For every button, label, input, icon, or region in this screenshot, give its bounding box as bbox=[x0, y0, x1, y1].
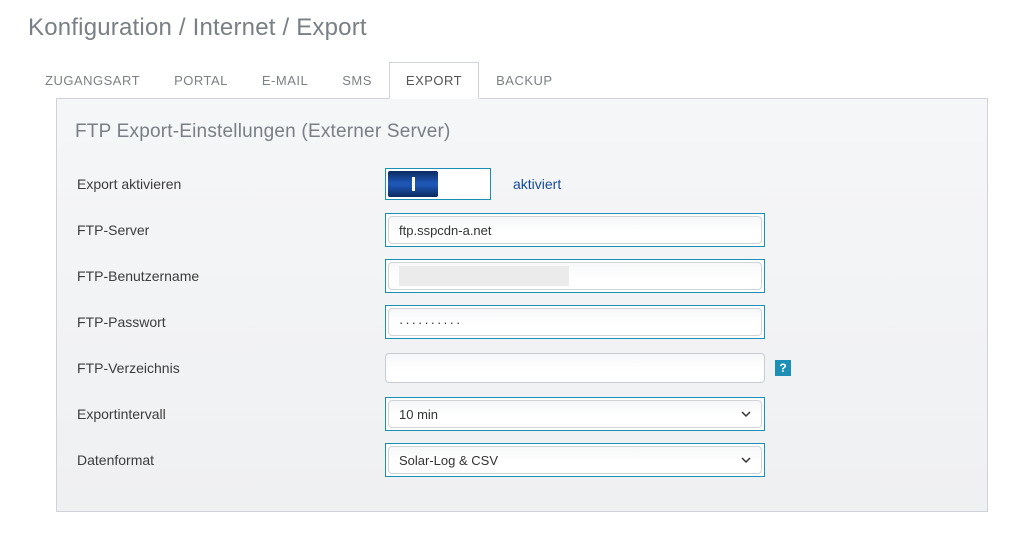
export-interval-value: 10 min bbox=[399, 407, 438, 422]
export-toggle[interactable] bbox=[385, 168, 491, 200]
breadcrumb: Konfiguration / Internet / Export bbox=[0, 0, 1016, 62]
section-title: FTP Export-Einstellungen (Externer Serve… bbox=[75, 121, 959, 143]
toggle-on-indicator bbox=[388, 171, 438, 197]
tab-email[interactable]: E-MAIL bbox=[245, 62, 325, 99]
ftp-user-input[interactable] bbox=[388, 262, 762, 290]
label-interval: Exportintervall bbox=[75, 406, 385, 422]
chevron-down-icon bbox=[741, 409, 751, 419]
settings-panel: FTP Export-Einstellungen (Externer Serve… bbox=[56, 98, 988, 512]
label-activate: Export aktivieren bbox=[75, 176, 385, 192]
label-password: FTP-Passwort bbox=[75, 314, 385, 330]
tabs: ZUGANGSART PORTAL E-MAIL SMS EXPORT BACK… bbox=[28, 62, 1016, 99]
data-format-value: Solar-Log & CSV bbox=[399, 453, 498, 468]
toggle-status-text: aktiviert bbox=[513, 176, 561, 192]
label-format: Datenformat bbox=[75, 452, 385, 468]
tab-zugangsart[interactable]: ZUGANGSART bbox=[28, 62, 157, 99]
redacted-value bbox=[399, 266, 569, 286]
tab-portal[interactable]: PORTAL bbox=[157, 62, 245, 99]
tab-backup[interactable]: BACKUP bbox=[479, 62, 569, 99]
ftp-directory-input[interactable] bbox=[385, 353, 765, 383]
export-interval-select[interactable]: 10 min bbox=[388, 400, 762, 428]
label-directory: FTP-Verzeichnis bbox=[75, 360, 385, 376]
chevron-down-icon bbox=[741, 455, 751, 465]
help-icon[interactable]: ? bbox=[775, 360, 791, 376]
tab-sms[interactable]: SMS bbox=[325, 62, 389, 99]
tab-export[interactable]: EXPORT bbox=[389, 62, 479, 99]
label-user: FTP-Benutzername bbox=[75, 268, 385, 284]
data-format-select[interactable]: Solar-Log & CSV bbox=[388, 446, 762, 474]
label-server: FTP-Server bbox=[75, 222, 385, 238]
ftp-server-input[interactable] bbox=[388, 216, 762, 244]
ftp-password-input[interactable]: ·········· bbox=[388, 308, 762, 336]
